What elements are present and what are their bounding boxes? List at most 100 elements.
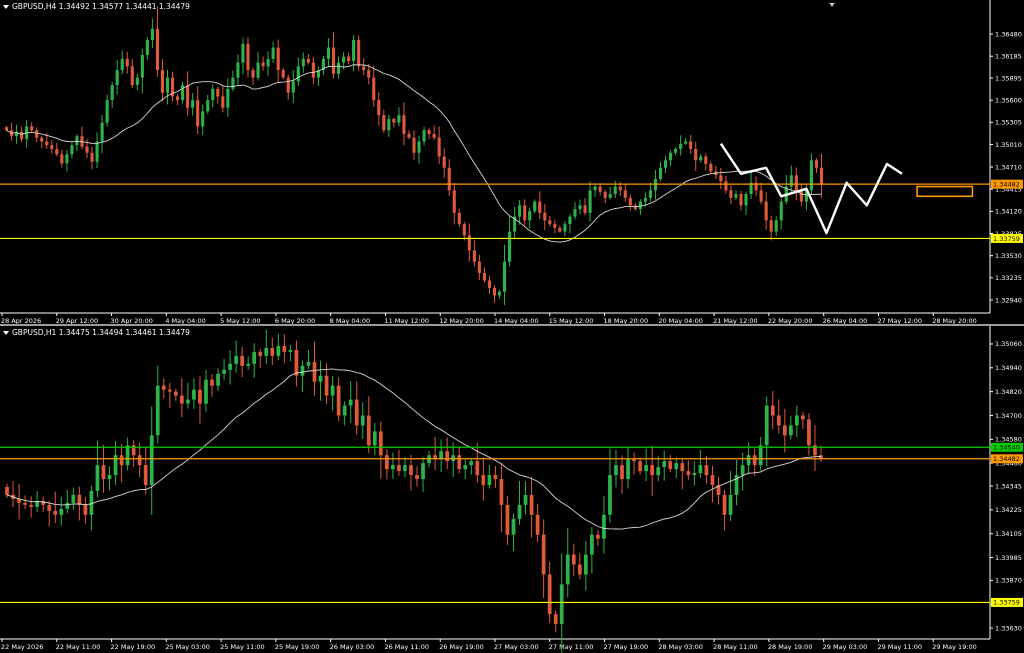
candle — [191, 100, 195, 108]
candle — [216, 373, 220, 386]
y-tick-label: 1.35060 — [995, 340, 1022, 348]
candle — [571, 554, 576, 565]
y-tick-label: 1.36480 — [995, 30, 1022, 38]
candle — [20, 131, 24, 140]
candle — [348, 399, 353, 406]
candle — [101, 465, 106, 480]
candle — [663, 160, 668, 168]
candle — [698, 465, 703, 474]
h1-chart-pane[interactable]: 1.35060 1.34940 1.34820 1.34700 1.34580 1.344… — [0, 326, 1024, 653]
candle — [130, 66, 134, 86]
candle — [680, 463, 685, 472]
x-tick-label: 25 May 03:00 — [165, 643, 210, 651]
candle — [372, 77, 376, 101]
h1-chart[interactable]: 1.35060 1.34940 1.34820 1.34700 1.34580 1.344… — [0, 326, 1024, 653]
candle — [336, 385, 341, 416]
y-tick-label: 1.33630 — [995, 624, 1022, 632]
h4-ohlc: 1.34492 1.34577 1.34441 1.34479 — [58, 2, 190, 11]
candle — [734, 194, 738, 198]
candle — [75, 136, 79, 146]
candle — [221, 96, 225, 108]
candle — [143, 465, 148, 486]
y-tick-label: 1.34345 — [995, 482, 1022, 490]
scroll-marker-icon — [829, 3, 835, 7]
price-tag-label: 1.33759 — [993, 235, 1020, 243]
candle — [83, 504, 88, 515]
candle — [204, 379, 208, 404]
candle — [196, 100, 200, 127]
h1-chart-header: GBPUSD,H1 1.34475 1.34494 1.34461 1.3447… — [3, 328, 190, 337]
candle — [29, 504, 34, 507]
y-tick-label: 1.34580 — [995, 436, 1022, 444]
h4-chart-pane[interactable]: 1.36480 1.36185 1.35895 1.35600 1.35305 1.350… — [0, 0, 1024, 325]
candle — [518, 205, 522, 217]
candle — [105, 100, 109, 123]
h1-ohlc: 1.34475 1.34494 1.34461 1.34479 — [58, 328, 190, 337]
candle — [462, 224, 466, 236]
candle — [347, 56, 351, 62]
candle — [583, 554, 588, 575]
candle — [296, 66, 300, 82]
y-tick-label: 1.34120 — [995, 208, 1022, 216]
candle — [60, 154, 64, 164]
candle — [366, 415, 371, 446]
candle — [264, 347, 269, 356]
candle — [593, 186, 597, 191]
candle — [241, 43, 245, 63]
candle — [276, 345, 281, 356]
candle — [330, 385, 335, 396]
candle — [206, 100, 210, 112]
candle — [644, 465, 649, 472]
candle — [469, 461, 474, 466]
candle — [271, 47, 275, 59]
x-tick-label: 27 May 19:00 — [604, 643, 649, 651]
candle — [384, 455, 389, 470]
candle — [602, 514, 606, 539]
candle — [377, 100, 381, 116]
candle — [291, 81, 295, 93]
candle — [442, 156, 446, 168]
candle — [710, 475, 715, 486]
candle — [548, 220, 552, 225]
y-tick-label: 1.34225 — [995, 506, 1022, 514]
candle — [211, 88, 215, 101]
y-tick-label: 1.32940 — [995, 296, 1022, 304]
candle — [226, 88, 230, 108]
candle — [505, 504, 510, 535]
candle — [55, 148, 59, 155]
candle — [463, 465, 468, 470]
candle — [565, 554, 570, 585]
candle — [789, 175, 793, 187]
candle — [160, 70, 165, 93]
candle — [628, 197, 632, 206]
h4-chart-header: GBPUSD,H4 1.34492 1.34577 1.34441 1.3447… — [3, 2, 190, 11]
candle — [689, 141, 693, 149]
candle — [167, 389, 172, 392]
h4-chart[interactable]: 1.36480 1.36185 1.35895 1.35600 1.35305 1.350… — [0, 0, 1024, 325]
candle — [437, 137, 441, 157]
candle — [107, 475, 112, 480]
candle — [175, 96, 180, 101]
candle — [774, 220, 778, 232]
candle — [618, 186, 622, 191]
candle — [427, 130, 431, 134]
candle — [402, 115, 406, 134]
candle — [608, 194, 612, 198]
candle — [699, 156, 703, 161]
x-tick-label: 26 May 19:00 — [439, 643, 484, 651]
candle — [409, 465, 413, 476]
candle — [692, 473, 697, 476]
candle — [231, 77, 235, 89]
candle — [300, 365, 305, 376]
candle — [179, 395, 184, 404]
candle — [794, 175, 798, 191]
candle — [397, 465, 401, 472]
candle — [722, 494, 727, 515]
candle — [186, 85, 190, 108]
candle — [445, 451, 450, 462]
candle — [439, 451, 444, 460]
candle — [457, 212, 461, 225]
x-tick-label: 29 May 19:00 — [932, 643, 977, 651]
y-tick-label: 1.34820 — [995, 388, 1022, 396]
candle — [228, 363, 232, 370]
